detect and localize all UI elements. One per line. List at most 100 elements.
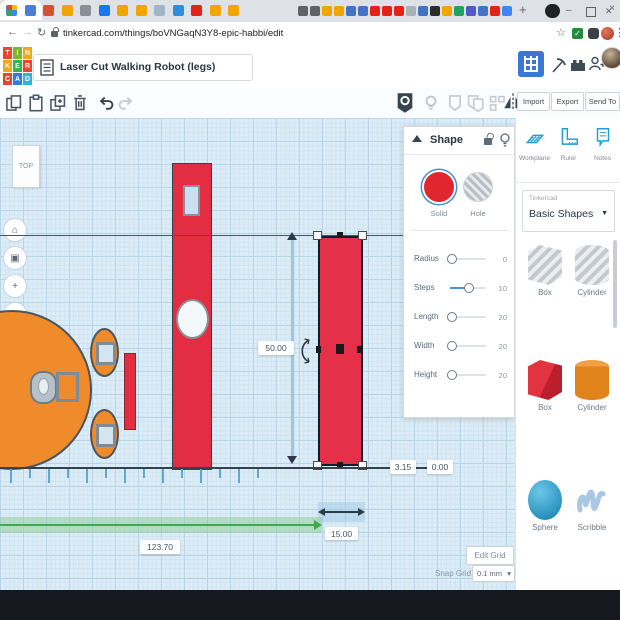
blocks-brick-icon[interactable] bbox=[570, 58, 586, 72]
slider-knob[interactable] bbox=[446, 253, 457, 264]
tab-favicon[interactable] bbox=[228, 5, 239, 16]
shape-item-cylinder[interactable]: Cylinder bbox=[571, 245, 613, 297]
user-avatar[interactable] bbox=[601, 47, 620, 69]
tab-favicon[interactable] bbox=[442, 6, 452, 16]
import-button[interactable]: Import bbox=[517, 92, 550, 111]
send-to-button[interactable]: Send To bbox=[585, 92, 620, 111]
tab-favicon[interactable] bbox=[430, 6, 440, 16]
export-button[interactable]: Export bbox=[551, 92, 584, 111]
paste-icon[interactable] bbox=[27, 94, 45, 112]
undo-icon[interactable] bbox=[97, 94, 115, 112]
zero-dimension-value[interactable]: 0.00 bbox=[427, 460, 453, 474]
shape-item-box[interactable]: Box bbox=[524, 360, 566, 412]
tab-favicon[interactable] bbox=[298, 6, 308, 16]
workplane-tool[interactable]: Workplane bbox=[518, 126, 551, 162]
shape-item-sphere[interactable]: Sphere bbox=[524, 480, 566, 532]
slider-knob[interactable] bbox=[446, 369, 457, 380]
browser-menu-icon[interactable]: ⋮ bbox=[614, 26, 620, 39]
resize-handle-top-mid[interactable] bbox=[337, 232, 343, 238]
slider-knob[interactable] bbox=[446, 311, 457, 322]
resize-handle-bottom-right[interactable] bbox=[358, 461, 367, 470]
ruler-measure-value[interactable]: 123.70 bbox=[140, 540, 180, 554]
duplicate-icon[interactable] bbox=[49, 94, 67, 112]
tab-favicon[interactable] bbox=[358, 6, 368, 16]
tab-favicon[interactable] bbox=[502, 6, 512, 16]
tab-favicon[interactable] bbox=[80, 5, 91, 16]
tinkercad-logo[interactable]: TINKERCAD bbox=[3, 47, 32, 85]
red-strip-shape[interactable] bbox=[124, 353, 136, 430]
visibility-bulb-icon[interactable] bbox=[499, 132, 511, 149]
tab-favicon[interactable] bbox=[117, 5, 128, 16]
tab-favicon[interactable] bbox=[191, 5, 202, 16]
tab-favicon[interactable] bbox=[478, 6, 488, 16]
reload-icon[interactable]: ↻ bbox=[37, 26, 46, 39]
copy-icon[interactable] bbox=[5, 94, 23, 112]
tab-favicon[interactable] bbox=[394, 6, 404, 16]
height-dimension-value[interactable]: 50.00 bbox=[258, 341, 294, 355]
tools-pickaxe-icon[interactable] bbox=[549, 56, 567, 74]
hole-swatch[interactable] bbox=[463, 172, 493, 202]
height-slider[interactable] bbox=[446, 369, 486, 380]
forward-icon[interactable]: → bbox=[22, 26, 33, 38]
tab-favicon[interactable] bbox=[418, 6, 428, 16]
shape-item-box[interactable]: Box bbox=[524, 245, 566, 297]
move-handle-center[interactable] bbox=[336, 344, 344, 354]
design-title-box[interactable]: Laser Cut Walking Robot (legs) bbox=[33, 54, 253, 81]
snap-grid-dropdown[interactable]: 0.1 mm ▾ bbox=[472, 565, 515, 582]
shape-item-scribble[interactable]: Scribble bbox=[571, 480, 613, 532]
length-slider[interactable] bbox=[446, 311, 486, 322]
tab-favicon[interactable] bbox=[154, 5, 165, 16]
home-view-button[interactable]: ⌂ bbox=[3, 218, 27, 242]
new-tab-button[interactable]: + bbox=[519, 2, 527, 17]
view-cube[interactable]: TOP bbox=[12, 145, 40, 188]
tab-favicon[interactable] bbox=[322, 6, 332, 16]
pill-connector-shape[interactable] bbox=[30, 371, 57, 404]
extension-pill-icon[interactable] bbox=[545, 4, 560, 18]
tab-favicon[interactable] bbox=[61, 5, 73, 16]
sidebar-scrollbar[interactable] bbox=[613, 240, 617, 328]
resize-handle-mid-left[interactable] bbox=[316, 346, 321, 353]
panel-header[interactable]: Shape bbox=[404, 127, 514, 155]
shape-item-cylinder[interactable]: Cylinder bbox=[571, 360, 613, 412]
collapse-triangle-icon[interactable] bbox=[412, 135, 422, 142]
group-icon[interactable] bbox=[446, 94, 464, 112]
delete-trash-icon[interactable] bbox=[71, 94, 89, 112]
tab-favicon[interactable] bbox=[24, 5, 36, 16]
url-text[interactable]: tinkercad.com/things/boVNGaqN3Y8-epic-ha… bbox=[63, 28, 283, 39]
tab-favicon[interactable] bbox=[382, 6, 392, 16]
active-tab-tinkercad[interactable]: × bbox=[0, 0, 615, 20]
radius-slider[interactable] bbox=[446, 253, 486, 264]
tab-favicon[interactable] bbox=[490, 6, 500, 16]
tab-favicon[interactable] bbox=[346, 6, 356, 16]
adblock-extension-icon[interactable]: ✓ bbox=[572, 28, 583, 39]
width-dimension-value[interactable]: 15.00 bbox=[325, 527, 358, 540]
bookmark-star-icon[interactable]: ☆ bbox=[556, 26, 566, 39]
slider-knob[interactable] bbox=[446, 340, 457, 351]
gap-dimension-value[interactable]: 3.15 bbox=[390, 460, 416, 474]
window-close-button[interactable]: ✕ bbox=[605, 4, 613, 18]
dashboard-button[interactable] bbox=[518, 51, 544, 77]
solid-swatch[interactable] bbox=[424, 172, 454, 202]
resize-handle-top-left[interactable] bbox=[313, 231, 322, 240]
rotate-handle-icon[interactable] bbox=[296, 336, 312, 366]
solid-mode-icon[interactable] bbox=[395, 92, 415, 114]
resize-handle-mid-right[interactable] bbox=[357, 346, 362, 353]
slider-knob[interactable] bbox=[463, 282, 474, 293]
window-minimize-button[interactable]: – bbox=[566, 4, 572, 18]
width-slider[interactable] bbox=[446, 340, 486, 351]
tab-favicon[interactable] bbox=[310, 6, 320, 16]
tab-favicon[interactable] bbox=[172, 5, 184, 16]
tab-favicon[interactable] bbox=[209, 5, 221, 16]
redo-icon[interactable] bbox=[117, 94, 135, 112]
browser-profile-avatar[interactable] bbox=[601, 27, 614, 40]
window-maximize-button[interactable] bbox=[586, 7, 596, 17]
tab-favicon[interactable] bbox=[406, 6, 416, 16]
zoom-in-button[interactable]: + bbox=[3, 274, 27, 298]
tab-favicon[interactable] bbox=[454, 6, 464, 16]
tab-favicon[interactable] bbox=[43, 5, 54, 16]
notes-tool[interactable]: Notes bbox=[586, 126, 619, 162]
extension-icon[interactable] bbox=[588, 28, 599, 39]
tab-favicon[interactable] bbox=[334, 6, 344, 16]
tab-favicon[interactable] bbox=[466, 6, 476, 16]
back-icon[interactable]: ← bbox=[7, 26, 18, 38]
